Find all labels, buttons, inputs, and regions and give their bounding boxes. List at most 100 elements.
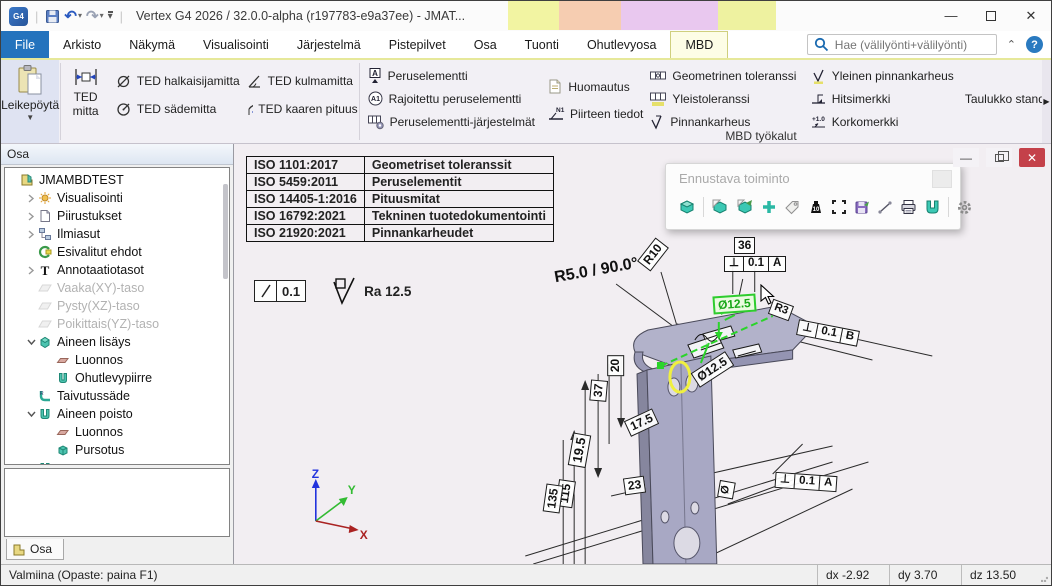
clipboard-icon [15, 64, 45, 96]
redo-button[interactable]: ↷▾ [86, 9, 104, 24]
ribbon-tabs: ArkistoNäkymäVisualisointiJärjestelmäPis… [49, 31, 728, 58]
tree-expander-icon[interactable] [25, 194, 37, 203]
add-icon[interactable] [761, 199, 777, 215]
close-button[interactable]: ✕ [1011, 1, 1051, 30]
tree-item-luonnos[interactable]: Luonnos [5, 423, 229, 441]
tree-item-luonnos[interactable]: Luonnos [5, 351, 229, 369]
diameter-dimension-button[interactable]: TED halkaisijamitta [109, 67, 240, 95]
tab-visualisointi[interactable]: Visualisointi [189, 31, 283, 58]
tab-tuonti[interactable]: Tuonti [511, 31, 573, 58]
archive-icon[interactable] [924, 199, 941, 215]
undo-button[interactable]: ↶▾ [64, 9, 82, 24]
tree-item-taivutuss-de[interactable]: RTaivutussäde [5, 387, 229, 405]
ted-dimension-button[interactable]: TED mitta [62, 60, 109, 143]
tag-icon[interactable] [784, 199, 801, 215]
note-button[interactable]: Huomautus [541, 73, 643, 100]
tree-item-annotaatiotasot[interactable]: TAnnotaatiotasot [5, 261, 229, 279]
tab-file[interactable]: File [1, 31, 49, 58]
open-model-icon[interactable] [711, 199, 729, 215]
resize-grip[interactable] [1037, 565, 1051, 585]
tree-expander-icon[interactable] [25, 338, 37, 346]
clipboard-button[interactable]: Leikepöytä ▼ [1, 60, 59, 143]
plane-icon [37, 317, 53, 331]
tree-item-ohutlevypiirre[interactable]: Ohutlevypiirre [5, 369, 229, 387]
document-restore-button[interactable] [986, 148, 1012, 167]
tab-pistepilvet[interactable]: Pistepilvet [375, 31, 460, 58]
new-model-icon[interactable] [678, 199, 696, 215]
document-close-button[interactable]: ✕ [1019, 148, 1045, 167]
ribbon-overflow-arrow[interactable]: ▶ [1042, 60, 1051, 143]
tree-item-poikittais-yz-taso[interactable]: Poikittais(YZ)-taso [5, 315, 229, 333]
tree-expander-icon[interactable] [25, 410, 37, 418]
feature-info-icon: N1 [547, 105, 565, 122]
title-bar: G4 | ↶▾ ↷▾ ▾ | Vertex G4 2026 / 32.0.0-a… [1, 1, 1051, 31]
tree-item-aineen-poisto[interactable]: Aineen poisto [5, 405, 229, 423]
tree-item-aineen-lis-ys[interactable]: Aineen lisäys [5, 333, 229, 351]
save-button[interactable] [45, 9, 60, 24]
tree-item-piirustukset[interactable]: Piirustukset [5, 207, 229, 225]
constrained-datum-button[interactable]: A1 Rajoitettu peruselementti [361, 87, 542, 110]
tree-item-pysty-xz-taso[interactable]: Pysty(XZ)-taso [5, 297, 229, 315]
customize-toolbar-button[interactable]: ▾ [108, 11, 113, 21]
tab-järjestelmä[interactable]: Järjestelmä [283, 31, 375, 58]
tree-item-label: Ohutlevypiirre [75, 371, 152, 385]
search-box[interactable] [807, 34, 997, 55]
tree-item[interactable] [5, 459, 229, 465]
tab-näkymä[interactable]: Näkymä [115, 31, 189, 58]
table-standard-button[interactable]: Taulukko standardi [954, 87, 1051, 110]
tree-item-pursotus[interactable]: Pursotus [5, 441, 229, 459]
straightness-value: 0.1 [277, 281, 305, 301]
radius-dimension-button[interactable]: TED sädemitta [109, 95, 240, 123]
tree-item-esivalitut-ehdot[interactable]: Esivalitut ehdot [5, 243, 229, 261]
selection-frame-icon[interactable] [831, 199, 847, 215]
arc-length-button[interactable]: TED kaaren pituus [240, 95, 358, 123]
maximize-button[interactable] [971, 1, 1011, 30]
geometric-tolerance-button[interactable]: Geometrinen toleranssi [643, 64, 803, 87]
surface-roughness-symbol[interactable]: Ra 12.5 [328, 276, 411, 306]
settings-icon[interactable] [956, 199, 973, 216]
search-input[interactable] [835, 38, 990, 52]
open-recent-icon[interactable] [736, 199, 754, 215]
save-icon[interactable] [854, 199, 870, 215]
angle-icon [246, 73, 263, 90]
document-minimize-button[interactable]: — [953, 148, 979, 167]
tab-osa[interactable]: Osa [460, 31, 511, 58]
tab-ohutlevyosa[interactable]: Ohutlevyosa [573, 31, 670, 58]
tree-expander-icon[interactable] [25, 230, 37, 239]
datum-systems-button[interactable]: Peruselementti-järjestelmät [361, 110, 542, 133]
tree-expander-icon[interactable] [25, 212, 37, 221]
tree-expander-icon[interactable] [25, 266, 37, 275]
datum-group: A Peruselementti A1 Rajoitettu peruselem… [361, 60, 542, 143]
sidebar-tab-osa[interactable]: Osa [6, 539, 64, 560]
datum-button[interactable]: A Peruselementti [361, 64, 542, 87]
minimize-button[interactable]: — [931, 1, 971, 30]
iso-table-cell: Peruselementit [364, 174, 553, 191]
tree-item-label: Taivutussäde [57, 389, 130, 403]
weight-icon[interactable]: 10 [808, 199, 824, 215]
tab-mbd[interactable]: MBD [670, 31, 728, 58]
general-surface-roughness-button[interactable]: Yleinen pinnankarheus [804, 64, 954, 87]
tree-item-vaaka-xy-taso[interactable]: Vaaka(XY)-taso [5, 279, 229, 297]
model-tree[interactable]: JMAMBDTESTVisualisointiPiirustuksetIlmia… [4, 167, 230, 465]
extrude-icon [55, 443, 71, 457]
print-icon[interactable] [900, 199, 917, 215]
straightness-frame[interactable]: 0.1 [254, 280, 306, 302]
predictive-action-palette[interactable]: Ennustava toiminto 10 [665, 163, 961, 230]
tree-item-label: Pursotus [75, 443, 124, 457]
measure-icon[interactable] [877, 199, 893, 215]
restore-icon [995, 154, 1004, 162]
feature-info-button[interactable]: N1 Piirteen tiedot [541, 100, 643, 127]
weld-symbol-button[interactable]: Hitsimerkki [804, 87, 954, 110]
tree-item-jmambdtest[interactable]: JMAMBDTEST [5, 171, 229, 189]
help-button[interactable]: ? [1026, 36, 1043, 53]
collapse-ribbon-button[interactable]: ⌃ [1003, 38, 1020, 51]
angle-dimension-button[interactable]: TED kulmamitta [240, 67, 358, 95]
tree-item-ilmiasut[interactable]: Ilmiasut [5, 225, 229, 243]
tab-arkisto[interactable]: Arkisto [49, 31, 115, 58]
part-icon [19, 173, 35, 187]
group-separator [359, 63, 360, 140]
tree-item-visualisointi[interactable]: Visualisointi [5, 189, 229, 207]
tree-scrollbar[interactable] [223, 184, 228, 279]
general-tolerance-button[interactable]: Yleistoleranssi [643, 87, 803, 110]
drawing-canvas[interactable]: Z Y X R5.0 / 90.0°R1036⊥0.1AØ12.5R3⊥0.1B… [233, 144, 1051, 564]
